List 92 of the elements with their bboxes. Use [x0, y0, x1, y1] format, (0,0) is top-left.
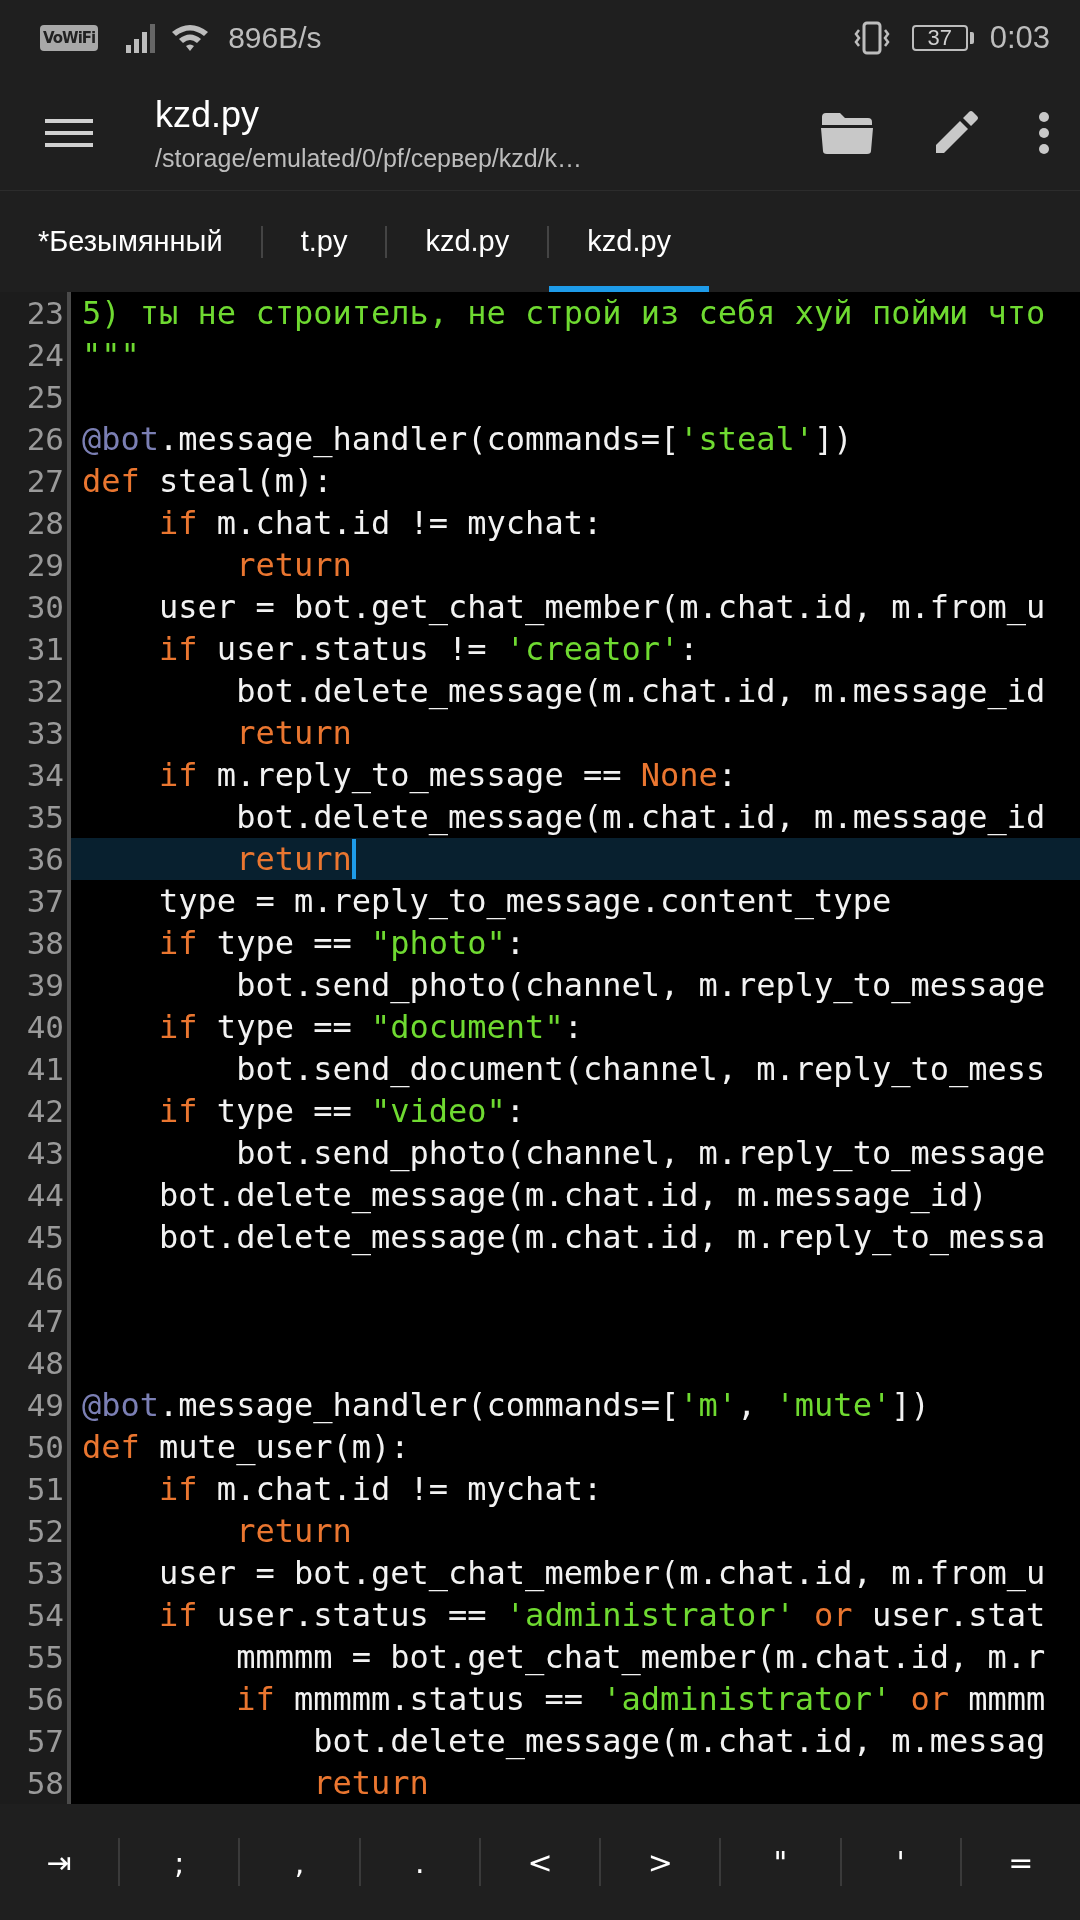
line-number: 23	[0, 292, 71, 334]
code-line: if type == "document":	[158, 1007, 583, 1048]
line-number: 36	[0, 838, 71, 880]
file-title: kzd.py	[155, 93, 261, 136]
code-line: bot.send_photo(channel, m.reply_to_message	[235, 1133, 1046, 1174]
line-number: 39	[0, 964, 71, 1006]
line-number: 28	[0, 502, 71, 544]
code-line: """	[82, 335, 140, 376]
code-line: if m.chat.id != mychat:	[158, 1469, 603, 1510]
file-tab[interactable]: kzd.py	[387, 191, 548, 292]
line-number: 58	[0, 1762, 71, 1804]
vowifi-badge: VoWiFi	[40, 25, 99, 51]
line-number: 27	[0, 460, 71, 502]
file-tab[interactable]: *Безымянный	[0, 191, 261, 292]
menu-icon[interactable]	[45, 116, 93, 150]
line-number: 45	[0, 1216, 71, 1258]
code-line: if type == "video":	[158, 1091, 526, 1132]
line-number: 29	[0, 544, 71, 586]
line-number: 24	[0, 334, 71, 376]
folder-icon[interactable]	[820, 111, 874, 155]
line-number: 44	[0, 1174, 71, 1216]
line-number: 54	[0, 1594, 71, 1636]
file-path: /storage/emulated/0/pf/сервер/kzd/k…	[155, 143, 583, 173]
code-line: return	[235, 713, 352, 754]
code-line: bot.send_document(channel, m.reply_to_mess	[235, 1049, 1046, 1090]
line-number: 26	[0, 418, 71, 460]
code-line: if m.chat.id != mychat:	[158, 503, 603, 544]
pencil-icon[interactable]	[934, 111, 978, 155]
line-number: 48	[0, 1342, 71, 1384]
line-number: 53	[0, 1552, 71, 1594]
symbol-key[interactable]: ,	[240, 1804, 359, 1920]
line-number: 32	[0, 670, 71, 712]
symbol-key[interactable]: ⇥	[0, 1804, 119, 1920]
clock: 0:03	[989, 20, 1050, 56]
code-line: @bot.message_handler(commands=['steal'])	[82, 419, 853, 460]
code-line: def steal(m):	[82, 461, 333, 502]
line-number: 56	[0, 1678, 71, 1720]
code-line: def mute_user(m):	[82, 1427, 410, 1468]
code-line: bot.delete_message(m.chat.id, m.message_id)	[158, 1175, 988, 1216]
code-line: if type == "photo":	[158, 923, 526, 964]
vibrate-icon	[853, 20, 890, 56]
line-number: 50	[0, 1426, 71, 1468]
code-line: 5) ты не строитель, не строй из себя хуй пойми что	[82, 293, 1046, 334]
line-number: 47	[0, 1300, 71, 1342]
line-number: 30	[0, 586, 71, 628]
code-line: bot.delete_message(m.chat.id, m.message_id	[235, 671, 1046, 712]
symbol-key[interactable]: <	[480, 1804, 600, 1920]
line-number: 46	[0, 1258, 71, 1300]
line-number: 49	[0, 1384, 71, 1426]
code-line: mmmmm = bot.get_chat_member(m.chat.id, m.r	[235, 1637, 1046, 1678]
line-number: 55	[0, 1636, 71, 1678]
file-tab[interactable]: kzd.py	[549, 191, 710, 292]
code-line: return	[235, 545, 352, 586]
line-number: 43	[0, 1132, 71, 1174]
more-icon[interactable]	[1038, 111, 1050, 155]
code-line: if user.status == 'administrator' or user.stat	[158, 1595, 1046, 1636]
symbol-key[interactable]: .	[360, 1804, 479, 1920]
line-number: 34	[0, 754, 71, 796]
code-line: return	[312, 1763, 429, 1804]
line-number: 25	[0, 376, 71, 418]
code-line: if user.status != 'creator':	[158, 629, 699, 670]
line-number: 37	[0, 880, 71, 922]
code-line: bot.delete_message(m.chat.id, m.message_id	[235, 797, 1046, 838]
network-speed: 896B/s	[228, 21, 322, 55]
symbol-key[interactable]: =	[961, 1804, 1080, 1920]
line-number: 52	[0, 1510, 71, 1552]
line-number: 41	[0, 1048, 71, 1090]
code-line: @bot.message_handler(commands=['m', 'mute'])	[82, 1385, 930, 1426]
code-line: return	[235, 1511, 352, 1552]
code-line: user = bot.get_chat_member(m.chat.id, m.from_u	[158, 587, 1046, 628]
code-line: if mmmmm.status == 'administrator' or mmmm	[235, 1679, 1046, 1720]
line-number: 51	[0, 1468, 71, 1510]
line-number: 35	[0, 796, 71, 838]
symbol-key[interactable]: "	[721, 1804, 840, 1920]
symbol-key[interactable]: >	[601, 1804, 720, 1920]
line-number: 40	[0, 1006, 71, 1048]
line-number: 33	[0, 712, 71, 754]
code-line: type = m.reply_to_message.content_type	[158, 881, 892, 922]
text-cursor	[351, 839, 356, 879]
code-line: if m.reply_to_message == None:	[158, 755, 738, 796]
line-number: 57	[0, 1720, 71, 1762]
code-line: bot.delete_message(m.chat.id, m.messag	[312, 1721, 1046, 1762]
code-line: user = bot.get_chat_member(m.chat.id, m.from_u	[158, 1553, 1046, 1594]
symbol-key[interactable]: '	[841, 1804, 960, 1920]
line-number: 42	[0, 1090, 71, 1132]
line-number: 38	[0, 922, 71, 964]
code-line: bot.delete_message(m.chat.id, m.reply_to_messa	[158, 1217, 1046, 1258]
symbol-key[interactable]: ;	[120, 1804, 239, 1920]
line-number: 31	[0, 628, 71, 670]
code-line: return	[235, 839, 352, 880]
code-line: bot.send_photo(channel, m.reply_to_message	[235, 965, 1046, 1006]
file-tab[interactable]: t.py	[262, 191, 386, 292]
